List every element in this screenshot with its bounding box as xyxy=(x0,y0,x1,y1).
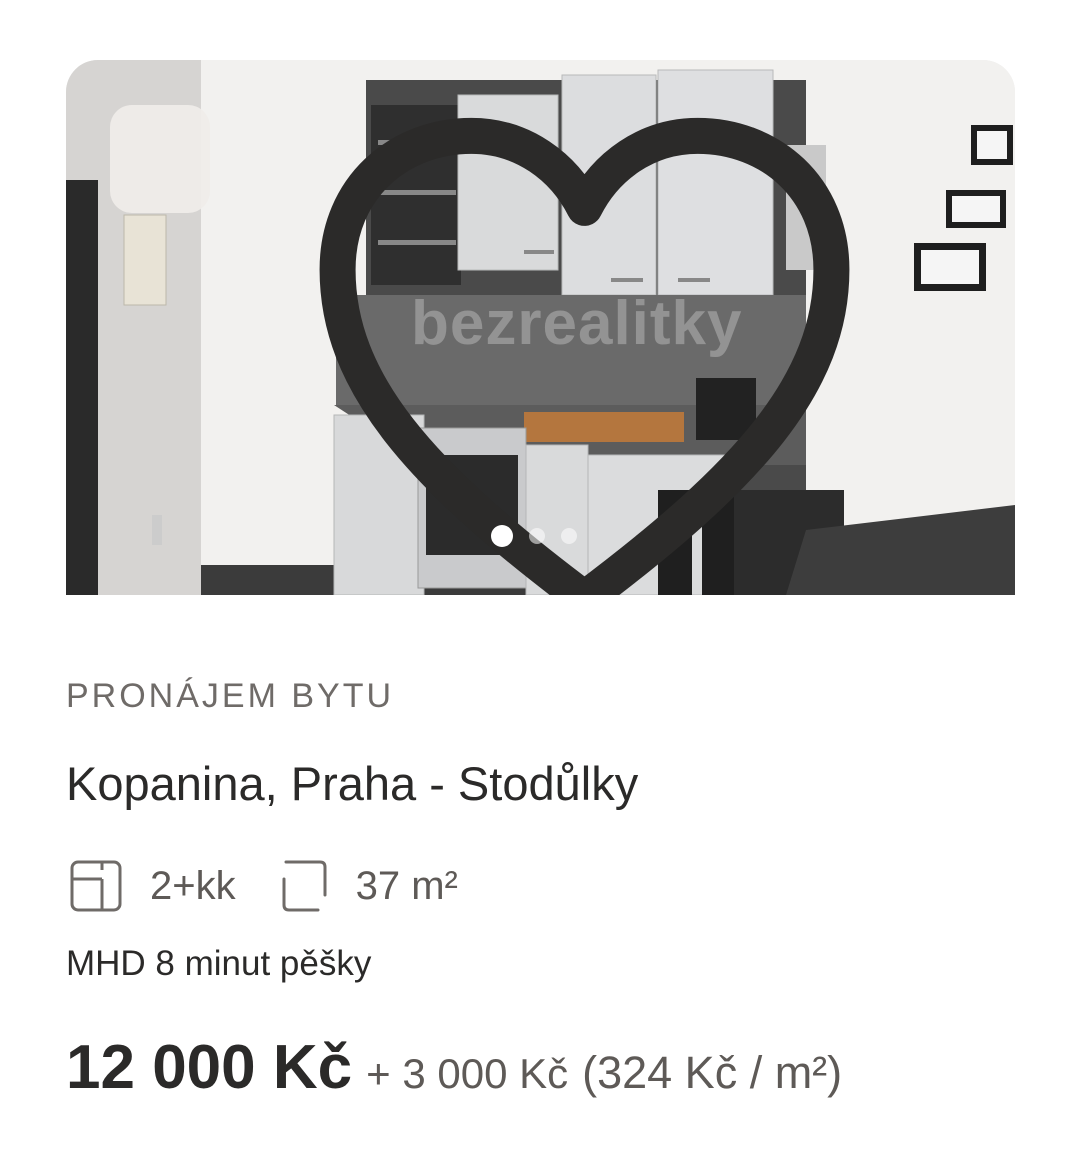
listing-photo[interactable]: bezrealitky xyxy=(66,60,1015,595)
listing-specs: 2+kk 37 m² xyxy=(66,858,458,914)
heart-outline-icon xyxy=(319,117,850,595)
price-main: 12 000 Kč xyxy=(66,1033,353,1102)
price-extra-fees: + 3 000 Kč xyxy=(366,1050,569,1097)
layout-value: 2+kk xyxy=(150,863,236,908)
price-per-m2: (324 Kč / m²) xyxy=(582,1047,843,1098)
area-square-icon xyxy=(272,858,332,914)
listing-title[interactable]: Kopanina, Praha - Stodůlky xyxy=(66,756,638,811)
gallery-dot-1[interactable] xyxy=(491,525,513,547)
listing-category: PRONÁJEM BYTU xyxy=(66,677,395,715)
gallery-dot-2[interactable] xyxy=(529,528,545,544)
gallery-pagination xyxy=(491,525,577,547)
favorite-button[interactable] xyxy=(110,105,850,595)
floorplan-icon xyxy=(66,858,126,914)
price-row: 12 000 Kč + 3 000 Kč (324 Kč / m²) xyxy=(66,1032,842,1103)
listing-card[interactable]: bezrealitky PRONÁJEM BYTU Kopanina, Prah… xyxy=(66,60,1015,1102)
transit-info: MHD 8 minut pěšky xyxy=(66,944,372,983)
gallery-dot-3[interactable] xyxy=(561,528,577,544)
area-value: 37 m² xyxy=(355,863,458,908)
